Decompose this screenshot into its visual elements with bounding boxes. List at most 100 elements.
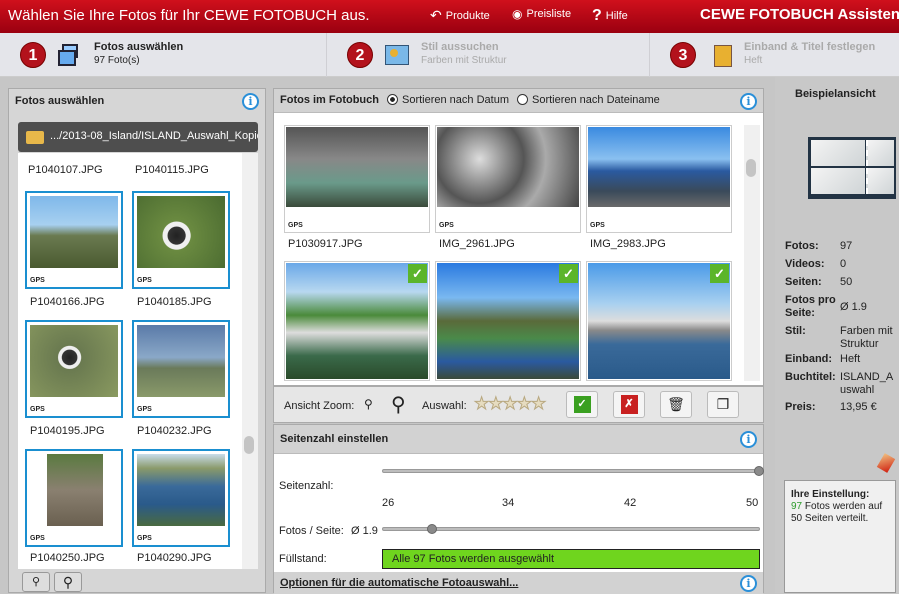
- photo-thumbnail[interactable]: GPS: [132, 449, 230, 547]
- step-subtitle: 97 Foto(s): [94, 55, 140, 66]
- book-photo[interactable]: GPS: [586, 125, 732, 233]
- auto-selection-options-link[interactable]: Optionen für die automatische Fotoauswah…: [274, 572, 763, 594]
- step-number: 3: [670, 42, 696, 68]
- nav-help[interactable]: ? Hilfe: [592, 7, 628, 25]
- folder-path-bar[interactable]: .../2013-08_Island/ISLAND_Auswahl_Kopie: [18, 122, 258, 152]
- photo-label: IMG_2961.JPG: [439, 238, 515, 250]
- sort-by-name-radio[interactable]: Sortieren nach Dateiname: [516, 93, 660, 106]
- select-all-button[interactable]: ✓: [566, 391, 598, 418]
- book-photo[interactable]: ✓: [586, 261, 732, 381]
- photo-label: P1040115.JPG: [135, 164, 209, 176]
- sort-by-date-radio[interactable]: Sortieren nach Datum: [386, 93, 509, 106]
- per-page-label: Fotos / Seite:: [279, 525, 344, 537]
- zoom-out-button[interactable]: ⚲: [22, 572, 50, 592]
- stat-value: 50: [840, 276, 853, 288]
- pages-label: Seitenzahl:: [279, 480, 334, 492]
- book-photo[interactable]: ✓: [435, 261, 581, 381]
- per-page-slider-knob[interactable]: [426, 524, 437, 534]
- scroll-thumb[interactable]: [244, 436, 254, 454]
- left-panel-header: Fotos auswählen i: [9, 89, 265, 113]
- tick-label: 26: [382, 497, 395, 509]
- pages-slider[interactable]: [382, 469, 760, 473]
- price-list-icon: ◉: [512, 7, 523, 21]
- zoom-out-icon[interactable]: ⚲: [364, 397, 373, 411]
- nav-products[interactable]: ↶ Produkte: [430, 7, 490, 24]
- zoom-in-icon: ⚲: [62, 574, 74, 590]
- zoom-in-button[interactable]: ⚲: [54, 572, 82, 592]
- delete-button[interactable]: 🗑: [660, 391, 692, 418]
- photobook-panel: Fotos im Fotobuch Sortieren nach Datum S…: [273, 88, 764, 386]
- info-icon[interactable]: i: [740, 575, 757, 592]
- settings-count: 97: [791, 501, 803, 512]
- info-icon[interactable]: i: [740, 93, 757, 110]
- stat-value: 13,95 €: [840, 401, 877, 413]
- star-rating[interactable]: ★★★★★: [473, 394, 546, 414]
- help-icon: ?: [592, 7, 602, 24]
- copy-button[interactable]: ❐: [707, 391, 739, 418]
- cover-icon: [708, 42, 734, 68]
- tick-label: 50: [746, 497, 759, 509]
- radio-label: Sortieren nach Datum: [401, 93, 509, 106]
- brand-title: CEWE FOTOBUCH Assistent: [700, 6, 899, 23]
- photobook-scrollbar[interactable]: [744, 125, 760, 381]
- zoom-in-icon[interactable]: ⚲: [391, 392, 406, 417]
- info-icon[interactable]: i: [242, 93, 259, 110]
- deselect-all-button[interactable]: ✗: [613, 391, 645, 418]
- left-scrollbar[interactable]: [242, 153, 258, 569]
- stat-label: Fotos:: [785, 240, 819, 252]
- photo-thumbnail[interactable]: GPS: [25, 191, 123, 289]
- photo-thumbnail[interactable]: GPS: [25, 320, 123, 418]
- photo-thumbnail[interactable]: GPS: [132, 320, 230, 418]
- photo-label: P1040185.JPG: [137, 296, 212, 308]
- nav-price-list[interactable]: ◉ Preisliste: [512, 7, 571, 21]
- step-2[interactable]: 2 Stil aussuchen Farben mit Struktur: [327, 33, 650, 77]
- header-bar: Wählen Sie Ihre Fotos für Ihr CEWE FOTOB…: [0, 0, 899, 33]
- stat-value: Farben mit Struktur: [840, 325, 893, 350]
- book-photo[interactable]: ✓: [284, 261, 430, 381]
- deselect-icon: ✗: [620, 394, 638, 414]
- pages-slider-knob[interactable]: [754, 466, 764, 476]
- step-1[interactable]: 1 Fotos auswählen 97 Foto(s): [0, 33, 327, 77]
- checked-icon[interactable]: ✓: [559, 264, 578, 283]
- tick-label: 34: [502, 497, 515, 509]
- checked-icon[interactable]: ✓: [408, 264, 427, 283]
- fill-level-text: Alle 97 Fotos werden ausgewählt: [392, 553, 555, 565]
- settings-summary: Ihre Einstellung: 97 Fotos werden auf 50…: [784, 480, 896, 593]
- photo-thumbnail[interactable]: GPS: [132, 191, 230, 289]
- folder-icon: [26, 131, 44, 144]
- per-page-slider[interactable]: [382, 527, 760, 531]
- stat-label: Buchtitel:: [785, 371, 836, 383]
- gps-badge: GPS: [590, 222, 605, 229]
- gps-badge: GPS: [439, 222, 454, 229]
- checked-icon[interactable]: ✓: [710, 264, 729, 283]
- step-title: Einband & Titel festlegen: [744, 41, 876, 53]
- photo-label: P1040290.JPG: [137, 552, 212, 564]
- preview-pages: [810, 139, 894, 195]
- book-preview: [808, 137, 896, 199]
- wizard-steps: 1 Fotos auswählen 97 Foto(s) 2 Stil auss…: [0, 33, 899, 77]
- nav-label: Preisliste: [526, 8, 572, 20]
- radio-unselected-icon: [516, 94, 528, 105]
- page-count-panel: Seitenzahl einstellen i Seitenzahl: 26 34…: [273, 424, 764, 594]
- zoom-label: Ansicht Zoom:: [284, 400, 355, 412]
- photo-thumbnail[interactable]: GPS: [25, 449, 123, 547]
- step-subtitle: Heft: [744, 55, 763, 66]
- info-icon[interactable]: i: [740, 431, 757, 448]
- photo-toolbar: Ansicht Zoom: ⚲ ⚲ Auswahl: ★★★★★ ✓ ✗ 🗑 ❐: [273, 386, 764, 423]
- stat-value: Ø 1.9: [840, 301, 867, 313]
- style-icon: [385, 42, 411, 68]
- book-photo[interactable]: GPS: [435, 125, 581, 233]
- photo-label: P1040107.JPG: [28, 164, 103, 176]
- step-number: 2: [347, 42, 373, 68]
- scroll-thumb[interactable]: [746, 159, 756, 177]
- gps-badge: GPS: [137, 406, 152, 413]
- page-count-title: Seitenzahl einstellen: [280, 433, 389, 445]
- stat-label: Seiten:: [785, 276, 822, 288]
- book-photo[interactable]: GPS: [284, 125, 430, 233]
- per-page-value: Ø 1.9: [351, 525, 378, 537]
- photo-label: P1040195.JPG: [30, 425, 105, 437]
- page-title: Wählen Sie Ihre Fotos für Ihr CEWE FOTOB…: [8, 7, 370, 24]
- radio-label: Sortieren nach Dateiname: [531, 93, 660, 106]
- page-count-header: Seitenzahl einstellen i: [274, 425, 763, 454]
- step-3[interactable]: 3 Einband & Titel festlegen Heft: [650, 33, 899, 77]
